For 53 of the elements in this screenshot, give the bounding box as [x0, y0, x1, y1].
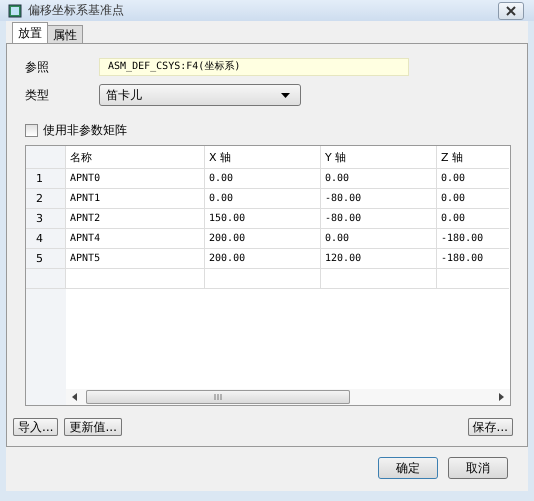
table-cell: APNT5 [66, 249, 205, 269]
column-header[interactable]: Y 轴 [321, 146, 437, 169]
corner-cell [26, 146, 66, 169]
checkbox[interactable] [25, 124, 38, 137]
row-number: 3 [26, 209, 66, 229]
scroll-right-icon[interactable] [498, 393, 504, 401]
empty-cell [26, 269, 66, 289]
column-header[interactable]: Z 轴 [437, 146, 509, 169]
scroll-left-icon[interactable] [72, 393, 78, 401]
table-cell: 0.00 [205, 189, 321, 209]
table-cell: APNT1 [66, 189, 205, 209]
caret-icon [281, 92, 290, 98]
table-cell: 0.00 [437, 209, 509, 229]
row-number: 2 [26, 189, 66, 209]
window-title: 偏移坐标系基准点 [28, 2, 125, 19]
reference-label: 参照 [25, 58, 50, 76]
table-cell: -180.00 [437, 229, 509, 249]
table-cell: APNT0 [66, 169, 205, 189]
table-cell: 0.00 [437, 169, 509, 189]
table-cell: 0.00 [205, 169, 321, 189]
table-cell: 200.00 [205, 249, 321, 269]
table-cell: APNT2 [66, 209, 205, 229]
column-header[interactable]: 名称 [66, 146, 205, 169]
table-cell: 150.00 [205, 209, 321, 229]
checkbox-label: 使用非参数矩阵 [43, 122, 127, 139]
table-cell: 0.00 [321, 169, 437, 189]
column-header[interactable]: X 轴 [205, 146, 321, 169]
table-cell: -80.00 [321, 189, 437, 209]
row-number: 5 [26, 249, 66, 269]
action-button[interactable]: 导入... [13, 418, 58, 436]
table-cell: 0.00 [437, 189, 509, 209]
window-icon [8, 4, 22, 18]
table-cell: -80.00 [321, 209, 437, 229]
dialog-button[interactable]: 取消 [448, 457, 508, 479]
table-cell: -180.00 [437, 249, 509, 269]
action-button[interactable]: 更新值... [64, 418, 122, 436]
table-cell: 0.00 [321, 229, 437, 249]
close-button[interactable] [498, 2, 524, 20]
close-icon [505, 6, 517, 16]
reference-field[interactable]: ASM_DEF_CSYS:F4(坐标系) [99, 58, 409, 76]
type-label: 类型 [25, 86, 50, 104]
horizontal-scrollbar[interactable] [66, 389, 510, 405]
scrollbar-thumb[interactable] [86, 390, 350, 404]
table-cell: 120.00 [321, 249, 437, 269]
row-number: 4 [26, 229, 66, 249]
dialog-button[interactable]: 确定 [378, 457, 438, 479]
table-cell: 200.00 [205, 229, 321, 249]
tab[interactable]: 属性 [47, 25, 83, 43]
tab[interactable]: 放置 [12, 22, 48, 43]
save-button[interactable]: 保存... [468, 418, 513, 436]
table-cell: APNT4 [66, 229, 205, 249]
type-dropdown[interactable]: 笛卡儿 [99, 84, 301, 106]
row-number: 1 [26, 169, 66, 189]
